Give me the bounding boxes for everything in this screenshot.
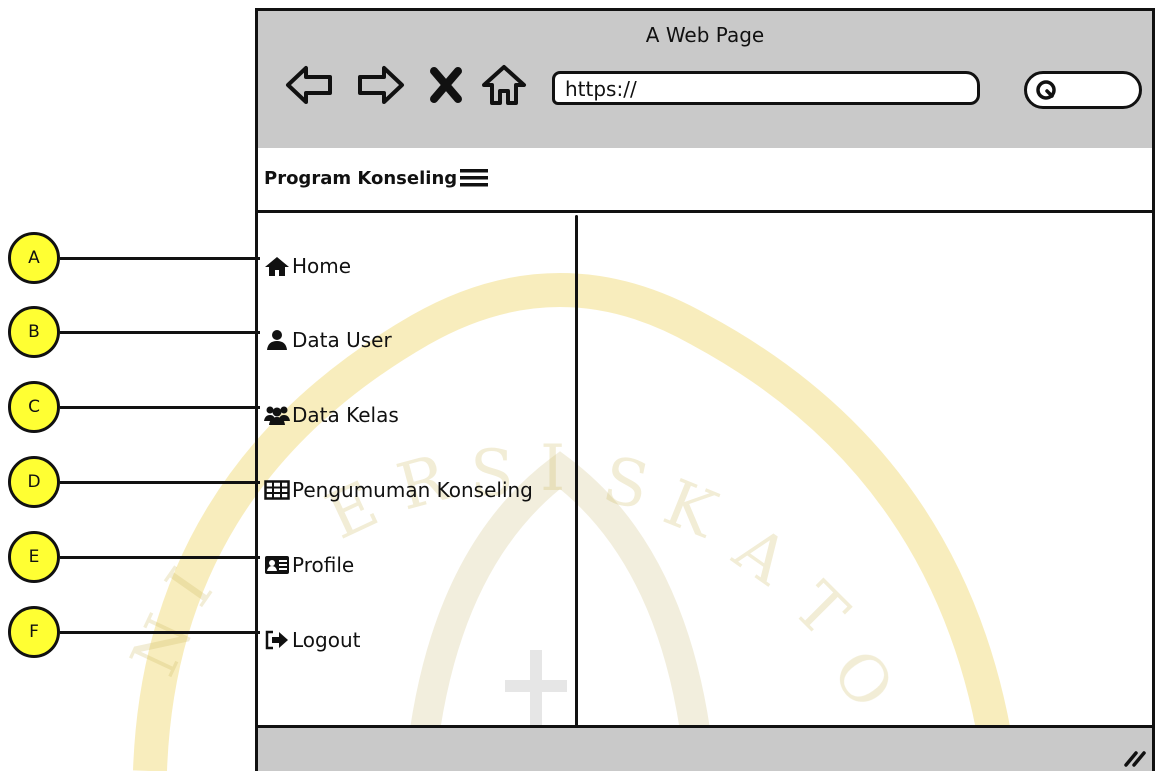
- forward-arrow-icon[interactable]: [354, 63, 406, 107]
- callout-line-f: [60, 631, 260, 634]
- callout-line-e: [60, 556, 260, 559]
- close-icon[interactable]: [424, 63, 468, 107]
- sidebar-item-logout[interactable]: Logout: [264, 625, 360, 655]
- callout-c: C: [8, 381, 60, 433]
- svg-text:I: I: [152, 556, 227, 619]
- app-brand: Program Konseling: [264, 167, 489, 189]
- browser-window: A Web Page https:// Program Konseling Ho…: [255, 8, 1155, 771]
- svg-text:N: N: [117, 605, 208, 687]
- home-icon[interactable]: [480, 63, 528, 107]
- callout-d: D: [8, 456, 60, 508]
- sidebar-item-pengumuman-konseling[interactable]: Pengumuman Konseling: [264, 475, 533, 505]
- sidebar-item-label: Data Kelas: [292, 403, 399, 427]
- sidebar-item-label: Data User: [292, 328, 392, 352]
- sidebar-item-label: Logout: [292, 628, 361, 652]
- hamburger-menu-icon[interactable]: [459, 167, 489, 189]
- sidebar-divider: [575, 215, 578, 727]
- callout-e: E: [8, 531, 60, 583]
- sidebar-item-data-user[interactable]: Data User: [264, 325, 392, 355]
- logout-icon: [265, 630, 288, 650]
- callout-line-d: [60, 481, 260, 484]
- resize-grip-icon[interactable]: [1120, 743, 1146, 769]
- home-icon: [265, 257, 289, 276]
- callout-f: F: [8, 606, 60, 658]
- users-group-icon: [264, 406, 290, 425]
- sidebar-item-profile[interactable]: Profile: [264, 550, 354, 580]
- search-field[interactable]: [1024, 71, 1142, 109]
- app-header: Program Konseling: [258, 148, 1152, 213]
- sidebar-item-label: Home: [292, 254, 352, 278]
- sidebar-item-label: Profile: [292, 553, 355, 577]
- browser-title: A Web Page: [645, 23, 765, 47]
- id-card-icon: [265, 556, 289, 574]
- user-icon: [267, 330, 287, 350]
- back-arrow-icon[interactable]: [284, 63, 336, 107]
- callout-b: B: [8, 306, 60, 358]
- brand-title: Program Konseling: [264, 167, 458, 189]
- table-icon: [264, 480, 290, 500]
- callout-a: A: [8, 232, 60, 284]
- sidebar-item-home[interactable]: Home: [264, 251, 351, 281]
- search-icon: [1036, 80, 1056, 100]
- sidebar-item-data-kelas[interactable]: Data Kelas: [264, 400, 399, 430]
- sidebar-item-label: Pengumuman Konseling: [292, 478, 533, 502]
- address-bar[interactable]: https://: [552, 71, 980, 105]
- browser-titlebar: A Web Page https://: [258, 11, 1152, 151]
- callout-line-c: [60, 406, 260, 409]
- callout-line-a: [60, 257, 260, 260]
- browser-footer: [258, 725, 1152, 771]
- callout-line-b: [60, 331, 260, 334]
